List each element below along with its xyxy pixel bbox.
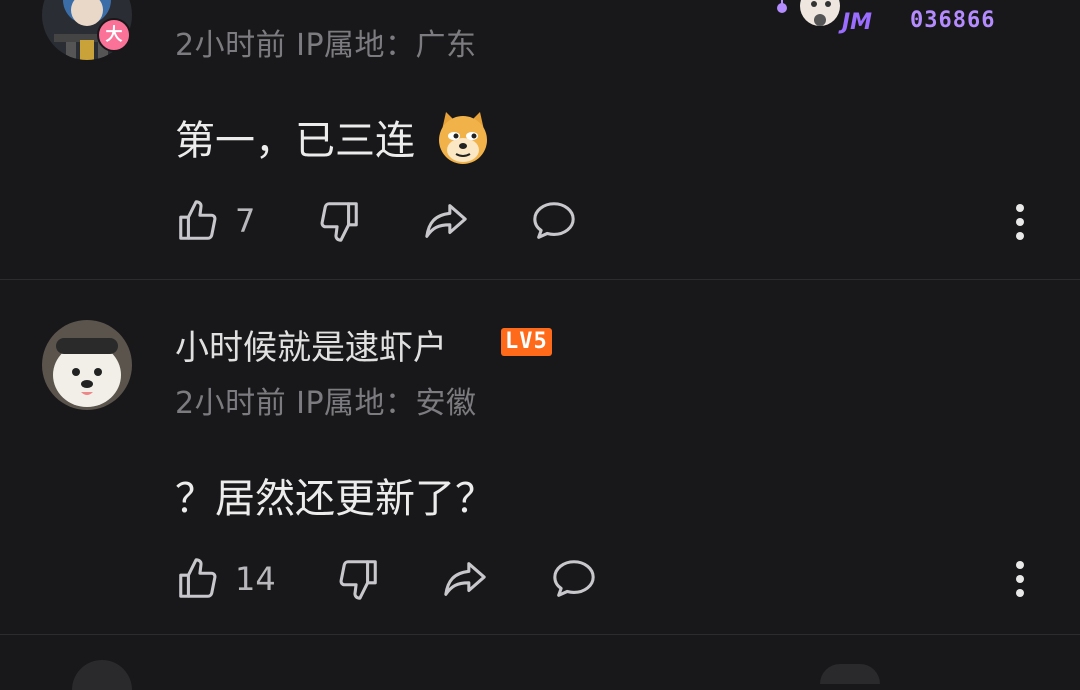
thumbs-up-icon [175,198,221,244]
share-button[interactable] [441,556,489,602]
next-comment-avatar[interactable] [72,660,132,690]
share-button[interactable] [422,198,470,244]
dislike-button[interactable] [335,556,381,602]
doge-emoji-icon [434,108,492,176]
comment-bubble-icon [550,556,598,602]
divider [0,634,1080,635]
share-icon [422,198,470,244]
comment-meta: 2小时前 IP属地：广东 [175,28,477,63]
comment-content: 第一，已三连 [175,108,492,176]
comment-text: 第一，已三连 [175,118,415,164]
comment-text: ？居然还更新了？ [175,476,495,522]
fan-badge-art: JM [772,0,892,40]
fan-badge-art-text: JM [842,10,873,35]
share-icon [441,556,489,602]
comment-item: 小时候就是逮虾户 LV5 2小时前 IP属地：安徽 ？居然还更新了？ 14 [0,280,1080,634]
username[interactable]: 小时候就是逮虾户 [175,320,447,369]
level-badge: LV5 [501,328,552,356]
dislike-button[interactable] [316,198,362,244]
thumbs-down-icon [335,556,381,602]
thumbs-down-icon [316,198,362,244]
reply-button[interactable] [550,556,598,602]
avatar-badge-label: 大 [105,25,123,45]
comment-bubble-icon [530,198,578,244]
like-count: 7 [235,202,256,240]
more-options-icon[interactable] [1015,204,1025,246]
avatar[interactable] [42,320,132,410]
like-button[interactable]: 7 [175,198,255,244]
comment-item: 大 JM 036866 2小时前 IP属地：广东 第一，已三连 7 [0,0,1080,279]
fan-badge-number: 036866 [910,8,996,33]
like-button[interactable]: 14 [175,556,276,602]
more-options-icon[interactable] [1015,561,1025,603]
like-count: 14 [235,560,276,598]
thumbs-up-icon [175,556,221,602]
avatar-badge: 大 [97,18,131,52]
comment-meta: 2小时前 IP属地：安徽 [175,386,477,421]
reply-button[interactable] [530,198,578,244]
next-comment-fan-art [820,664,880,684]
